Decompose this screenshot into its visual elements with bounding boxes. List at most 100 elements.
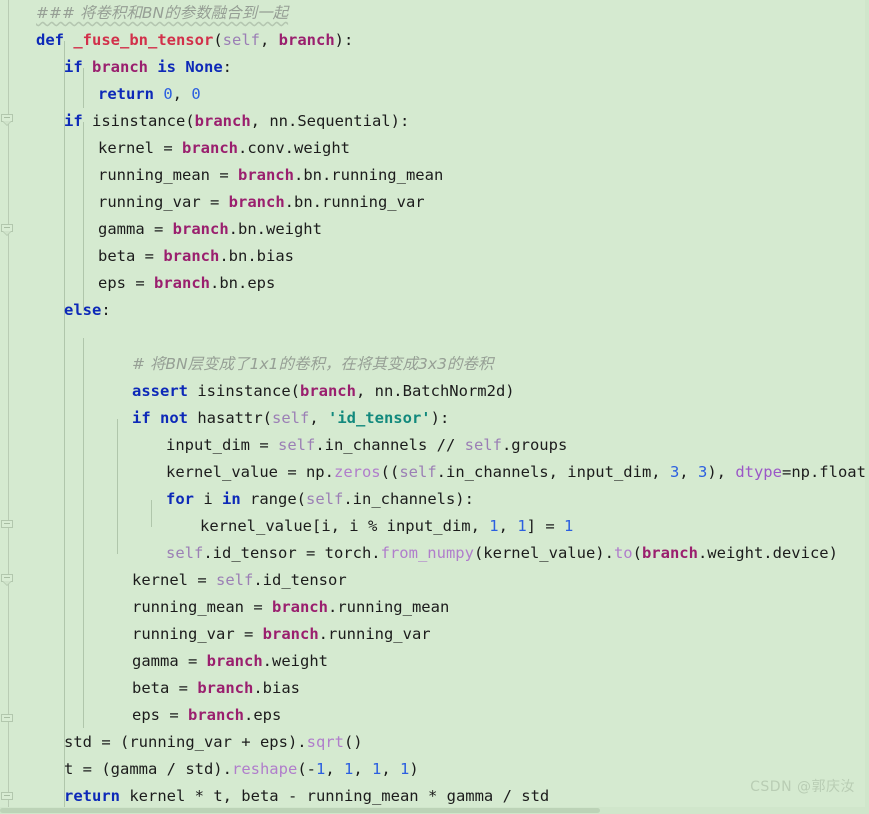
- horizontal-scrollbar-track[interactable]: [0, 807, 869, 814]
- code-line[interactable]: kernel_value[i, i % input_dim, 1, 1] = 1: [200, 513, 573, 540]
- code-line[interactable]: running_mean = branch.bn.running_mean: [98, 162, 443, 189]
- fold-marker[interactable]: [1, 112, 16, 127]
- code-token: hasattr(: [197, 409, 272, 427]
- fold-minus-icon: [4, 577, 10, 578]
- code-token: range(: [250, 490, 306, 508]
- indent-guide: [83, 338, 84, 728]
- code-token: (): [343, 733, 363, 751]
- fold-box: [1, 792, 13, 800]
- code-token: branch: [188, 706, 244, 724]
- code-line[interactable]: self.id_tensor = torch.from_numpy(kernel…: [166, 540, 838, 567]
- code-token: _fuse_bn_tensor: [73, 31, 214, 49]
- code-line[interactable]: std = (running_var + eps).sqrt(): [64, 729, 363, 756]
- code-token: self: [222, 31, 260, 49]
- code-token: .weight: [262, 652, 328, 670]
- code-line[interactable]: eps = branch.eps: [132, 702, 281, 729]
- vertical-scrollbar-track[interactable]: [865, 0, 869, 814]
- code-content[interactable]: ### 将卷积和BN的参数融合到一起 def _fuse_bn_tensor(se…: [20, 0, 869, 814]
- code-token: in: [222, 490, 250, 508]
- code-line[interactable]: if not hasattr(self, 'id_tensor'):: [132, 405, 449, 432]
- code-token: .in_channels):: [343, 490, 474, 508]
- horizontal-scrollbar-thumb[interactable]: [0, 808, 600, 813]
- code-token: (kernel_value).: [473, 544, 614, 562]
- code-token: running_var =: [132, 625, 263, 643]
- code-token: branch: [197, 679, 254, 697]
- code-token: ### 将卷积和BN的参数融合到一起: [36, 4, 289, 22]
- code-token: ):: [430, 409, 450, 427]
- code-token: branch: [182, 139, 238, 157]
- code-token: ] =: [526, 517, 564, 535]
- code-line[interactable]: return 0, 0: [98, 81, 201, 108]
- code-token: beta =: [98, 247, 164, 265]
- code-line[interactable]: t = (gamma / std).reshape(-1, 1, 1, 1): [64, 756, 419, 783]
- code-line[interactable]: running_var = branch.bn.running_var: [98, 189, 425, 216]
- code-line[interactable]: if branch is None:: [64, 54, 232, 81]
- code-token: zeros: [333, 463, 381, 481]
- fold-marker[interactable]: [1, 712, 16, 727]
- code-token: return: [98, 85, 164, 103]
- code-token: 3: [669, 463, 680, 481]
- csdn-watermark: CSDN @郭庆汝: [750, 779, 855, 795]
- code-token: ):: [334, 31, 354, 49]
- code-token: .groups: [501, 436, 568, 454]
- code-token: ,: [172, 85, 192, 103]
- code-token: ,: [309, 409, 328, 427]
- code-token: ,: [381, 760, 401, 778]
- code-token: dtype: [735, 463, 782, 481]
- code-token: branch: [194, 112, 251, 130]
- code-token: branch: [237, 166, 294, 184]
- code-line[interactable]: assert isinstance(branch, nn.BatchNorm2d…: [132, 378, 515, 405]
- code-token: kernel =: [98, 139, 182, 157]
- code-token: self: [464, 436, 502, 454]
- fold-arrow-down-icon: [3, 581, 11, 585]
- fold-arrow-down-icon: [3, 231, 11, 235]
- code-line[interactable]: running_mean = branch.running_mean: [132, 594, 449, 621]
- code-token: ((: [380, 463, 400, 481]
- fold-marker[interactable]: [1, 790, 16, 805]
- fold-minus-icon: [4, 795, 10, 796]
- code-line[interactable]: beta = branch.bn.bias: [98, 243, 294, 270]
- code-token: .bias: [253, 679, 300, 697]
- code-token: eps =: [98, 274, 154, 292]
- code-token: 1: [344, 760, 354, 778]
- code-token: not: [160, 409, 198, 427]
- fold-marker[interactable]: [1, 222, 16, 237]
- code-line[interactable]: kernel = self.id_tensor: [132, 567, 347, 594]
- editor-gutter[interactable]: [0, 0, 20, 814]
- code-token: 1: [563, 517, 574, 535]
- code-line[interactable]: kernel = branch.conv.weight: [98, 135, 350, 162]
- code-line[interactable]: kernel_value = np.zeros((self.in_channel…: [166, 459, 869, 486]
- code-token: to: [613, 544, 633, 562]
- code-line[interactable]: gamma = branch.weight: [132, 648, 328, 675]
- code-token: .running_mean: [327, 598, 450, 616]
- code-line[interactable]: input_dim = self.in_channels // self.gro…: [166, 432, 567, 459]
- code-editor-view[interactable]: ### 将卷积和BN的参数融合到一起 def _fuse_bn_tensor(se…: [0, 0, 869, 814]
- code-line[interactable]: for i in range(self.in_channels):: [166, 486, 474, 513]
- code-line[interactable]: running_var = branch.running_var: [132, 621, 431, 648]
- code-token: .eps: [244, 706, 282, 724]
- code-token: , nn.BatchNorm2d): [355, 382, 515, 400]
- fold-marker[interactable]: [1, 572, 16, 587]
- code-line[interactable]: # 将BN层变成了1x1的卷积，在将其变成3x3的卷积: [132, 351, 493, 378]
- code-token: branch: [154, 274, 210, 292]
- code-line[interactable]: gamma = branch.bn.weight: [98, 216, 322, 243]
- code-token: running_var =: [98, 193, 229, 211]
- code-line[interactable]: if isinstance(branch, nn.Sequential):: [64, 108, 409, 135]
- code-token: .bn.running_var: [284, 193, 425, 211]
- code-token: self: [399, 463, 437, 481]
- code-line[interactable]: ### 将卷积和BN的参数融合到一起: [36, 0, 288, 27]
- code-line[interactable]: eps = branch.bn.eps: [98, 270, 275, 297]
- code-token: from_numpy: [380, 544, 474, 562]
- code-token: def: [36, 31, 74, 49]
- fold-minus-icon: [4, 717, 10, 718]
- code-line[interactable]: return kernel * t, beta - running_mean *…: [64, 783, 549, 810]
- code-line[interactable]: else:: [64, 297, 111, 324]
- code-token: .in_channels //: [315, 436, 465, 454]
- code-token: ),: [707, 463, 736, 481]
- code-line[interactable]: beta = branch.bias: [132, 675, 300, 702]
- code-token: branch: [163, 247, 220, 265]
- code-token: 0: [163, 85, 173, 103]
- code-token: .weight.device): [697, 544, 838, 562]
- code-line[interactable]: def _fuse_bn_tensor(self, branch):: [36, 27, 353, 54]
- fold-marker[interactable]: [1, 518, 16, 533]
